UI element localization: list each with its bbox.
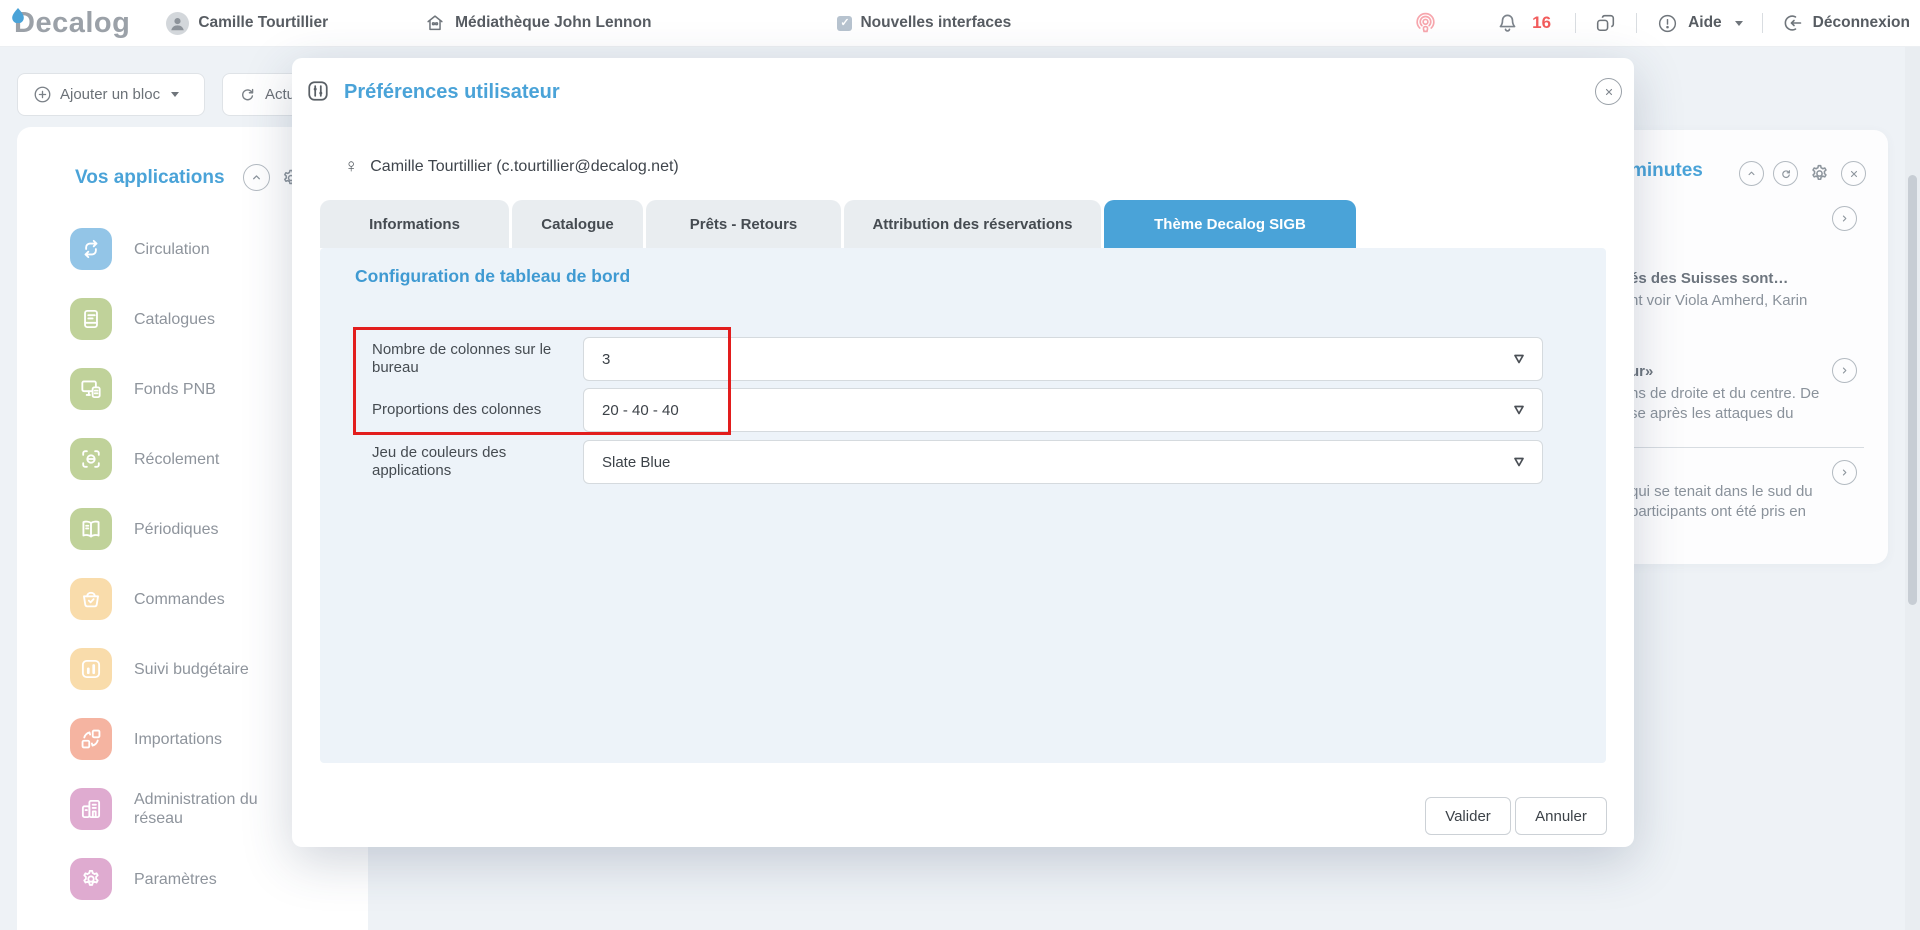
exclamation-circle-icon	[1656, 12, 1679, 35]
circulation-icon	[70, 228, 112, 270]
bell-icon[interactable]	[1495, 11, 1520, 36]
dropdown-arrow-icon	[1509, 400, 1529, 420]
library-name: Médiathèque John Lennon	[455, 14, 651, 32]
recolement-icon	[70, 438, 112, 480]
scrollbar-track[interactable]	[1905, 47, 1920, 930]
news-widget: minutes és des Suisses sont… nt voir Vio…	[1600, 130, 1888, 564]
news-widget-title: minutes	[1630, 160, 1703, 182]
tab-catalogue[interactable]: Catalogue	[512, 200, 643, 248]
modal-title: Préférences utilisateur	[344, 81, 560, 104]
color-scheme-select[interactable]: Slate Blue	[583, 440, 1543, 484]
news-article[interactable]: és des Suisses sont… nt voir Viola Amher…	[1630, 270, 1830, 311]
library-chip[interactable]: Médiathèque John Lennon	[424, 12, 651, 34]
cancel-button[interactable]: Annuler	[1515, 797, 1607, 835]
administration-icon	[70, 788, 112, 830]
female-icon: ♀	[344, 156, 358, 178]
logout-label: Déconnexion	[1813, 14, 1910, 32]
logout-icon	[1780, 11, 1804, 35]
news-article[interactable]: qui se tenait dans le sud du participant…	[1630, 482, 1830, 522]
preferences-icon	[304, 77, 332, 105]
widget-settings-button[interactable]	[1807, 161, 1832, 186]
open-article-button[interactable]	[1832, 460, 1857, 485]
windows-stack-icon[interactable]	[1593, 11, 1618, 36]
topbar: Decalog Camille Tourtillier Médiathèque …	[0, 0, 1920, 47]
divider	[1762, 13, 1763, 33]
close-modal-button[interactable]	[1595, 78, 1622, 105]
form-row-columns-count: Nombre de colonnes sur le bureau 3	[320, 337, 1606, 381]
close-icon	[1848, 168, 1860, 180]
decalog-logo[interactable]: Decalog	[14, 7, 130, 40]
chevron-up-icon	[249, 170, 264, 185]
form-row-columns-proportions: Proportions des colonnes 20 - 40 - 40	[320, 388, 1606, 432]
user-avatar	[166, 12, 189, 35]
news-article[interactable]: ur» ns de droite et du centre. De se apr…	[1630, 363, 1830, 424]
user-name: Camille Tourtillier	[198, 14, 328, 32]
sidebar-title: Vos applications	[75, 167, 225, 189]
scrollbar-thumb[interactable]	[1908, 175, 1917, 605]
checkbox-checked-icon[interactable]: ✓	[837, 16, 852, 31]
tab-content-panel: Configuration de tableau de bord Nombre …	[320, 248, 1606, 763]
collapse-button[interactable]	[243, 164, 270, 191]
color-scheme-label: Jeu de couleurs des applications	[372, 444, 567, 480]
sidebar-item-parametres[interactable]: Paramètres	[17, 858, 368, 900]
fonds-pnb-icon	[70, 368, 112, 410]
parametres-icon	[70, 858, 112, 900]
commandes-icon	[70, 578, 112, 620]
user-preferences-modal: Préférences utilisateur ♀ Camille Tourti…	[292, 58, 1634, 847]
gear-icon	[1807, 161, 1832, 186]
house-icon	[424, 12, 446, 34]
chevron-down-icon	[1735, 21, 1743, 26]
columns-proportions-label: Proportions des colonnes	[372, 401, 567, 419]
close-icon	[1603, 86, 1615, 98]
chevron-up-icon	[1745, 167, 1758, 180]
new-interfaces-label: Nouvelles interfaces	[860, 14, 1011, 32]
dropdown-arrow-icon	[1509, 349, 1529, 369]
chevron-right-icon	[1838, 466, 1851, 479]
columns-proportions-select[interactable]: 20 - 40 - 40	[583, 388, 1543, 432]
close-widget-button[interactable]	[1841, 161, 1866, 186]
logout-button[interactable]: Déconnexion	[1780, 11, 1910, 35]
divider	[1575, 13, 1576, 33]
tab-prets-retours[interactable]: Prêts - Retours	[646, 200, 841, 248]
refresh-icon	[237, 84, 258, 105]
modal-user-line: ♀ Camille Tourtillier (c.tourtillier@dec…	[344, 156, 679, 178]
plus-circle-icon	[32, 84, 53, 105]
new-interfaces-toggle[interactable]: ✓ Nouvelles interfaces	[837, 14, 1011, 32]
importations-icon	[70, 718, 112, 760]
periodiques-icon	[70, 508, 112, 550]
preferences-tabs: Informations Catalogue Prêts - Retours A…	[320, 200, 1359, 248]
suivi-icon	[70, 648, 112, 690]
divider	[1636, 13, 1637, 33]
open-article-button[interactable]	[1832, 206, 1857, 231]
current-user-chip[interactable]: Camille Tourtillier	[166, 12, 328, 35]
columns-count-select[interactable]: 3	[583, 337, 1543, 381]
collapse-button[interactable]	[1739, 161, 1764, 186]
notification-count-badge[interactable]: 16	[1532, 13, 1551, 33]
add-block-button[interactable]: Ajouter un bloc	[17, 73, 205, 116]
section-title: Configuration de tableau de bord	[355, 266, 630, 287]
open-article-button[interactable]	[1832, 358, 1857, 383]
chevron-right-icon	[1838, 364, 1851, 377]
columns-count-label: Nombre de colonnes sur le bureau	[372, 341, 567, 377]
logo-drop-icon	[11, 8, 25, 23]
help-label: Aide	[1688, 14, 1722, 32]
form-row-color-scheme: Jeu de couleurs des applications Slate B…	[320, 440, 1606, 484]
chevron-down-icon	[171, 92, 179, 97]
broadcast-icon[interactable]	[1412, 10, 1439, 37]
help-menu[interactable]: Aide	[1656, 12, 1743, 35]
catalogues-icon	[70, 298, 112, 340]
validate-button[interactable]: Valider	[1425, 797, 1511, 835]
chevron-right-icon	[1838, 212, 1851, 225]
divider	[1630, 447, 1864, 448]
refresh-widget-button[interactable]	[1773, 161, 1798, 186]
tab-attribution-reservations[interactable]: Attribution des réservations	[844, 200, 1101, 248]
refresh-icon	[1779, 167, 1793, 181]
tab-theme-decalog-sigb[interactable]: Thème Decalog SIGB	[1104, 200, 1356, 248]
tab-informations[interactable]: Informations	[320, 200, 509, 248]
dropdown-arrow-icon	[1509, 452, 1529, 472]
